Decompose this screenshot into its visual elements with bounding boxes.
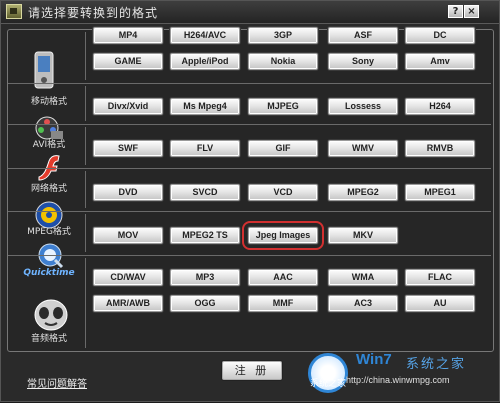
- register-button[interactable]: 注 册: [222, 361, 282, 380]
- watermark-brand: Win7: [356, 351, 392, 368]
- converter-window: 请选择要转换到的格式 ? × 注 册 常见问题解答 Win7 系统之家 系统之家…: [0, 0, 500, 402]
- format-button[interactable]: Apple/iPod: [170, 53, 240, 70]
- format-button[interactable]: DVD: [93, 184, 163, 201]
- category-divider: [85, 127, 86, 165]
- format-button[interactable]: RMVB: [405, 140, 475, 157]
- format-button[interactable]: AAC: [248, 269, 318, 286]
- format-button[interactable]: Nokia: [248, 53, 318, 70]
- category-separator: [8, 168, 491, 169]
- format-button[interactable]: MKV: [328, 227, 398, 244]
- format-button[interactable]: GIF: [248, 140, 318, 157]
- format-button[interactable]: FLV: [170, 140, 240, 157]
- format-button[interactable]: Jpeg Images: [242, 221, 324, 250]
- category-divider: [85, 86, 86, 121]
- format-button[interactable]: AU: [405, 295, 475, 312]
- help-button[interactable]: ?: [448, 5, 463, 18]
- format-button[interactable]: MPEG2 TS: [170, 227, 240, 244]
- format-button[interactable]: 3GP: [248, 27, 318, 44]
- format-button[interactable]: Ms Mpeg4: [170, 98, 240, 115]
- format-button[interactable]: SWF: [93, 140, 163, 157]
- category-separator: [8, 124, 491, 125]
- watermark-sub: 系统之家: [310, 379, 347, 389]
- category-separator: [8, 255, 491, 256]
- category-label: 网络格式: [30, 184, 67, 194]
- category-separator: [8, 83, 491, 84]
- format-button[interactable]: Lossess: [328, 98, 398, 115]
- format-button[interactable]: MPEG1: [405, 184, 475, 201]
- format-button[interactable]: WMA: [328, 269, 398, 286]
- format-button[interactable]: MOV: [93, 227, 163, 244]
- category-divider: [85, 214, 86, 252]
- faq-link[interactable]: 常见问题解答: [27, 375, 87, 390]
- format-button[interactable]: AC3: [328, 295, 398, 312]
- category-label: Quicktime: [23, 268, 75, 278]
- audio-face-icon: [33, 299, 69, 335]
- category-divider: [85, 171, 86, 208]
- format-button[interactable]: ASF: [328, 27, 398, 44]
- window-title: 请选择要转换到的格式: [28, 6, 159, 20]
- format-button[interactable]: VCD: [248, 184, 318, 201]
- format-button[interactable]: MP3: [170, 269, 240, 286]
- format-button[interactable]: AMR/AWB: [93, 295, 163, 312]
- format-button[interactable]: CD/WAV: [93, 269, 163, 286]
- category-label: 移动格式: [30, 97, 67, 107]
- category-divider: [85, 32, 86, 80]
- title-bar: 请选择要转换到的格式 ? ×: [1, 1, 499, 24]
- format-button[interactable]: MP4: [93, 27, 163, 44]
- watermark-url: http://china.winwmpg.com: [346, 375, 450, 385]
- format-button[interactable]: MMF: [248, 295, 318, 312]
- format-button[interactable]: Sony: [328, 53, 398, 70]
- format-button[interactable]: MJPEG: [248, 98, 318, 115]
- watermark: Win7 系统之家 系统之家 http://china.winwmpg.com: [306, 349, 500, 403]
- format-button[interactable]: GAME: [93, 53, 163, 70]
- category-divider: [85, 258, 86, 348]
- format-button[interactable]: H264: [405, 98, 475, 115]
- category-label: MPEG格式: [27, 227, 71, 237]
- format-button[interactable]: Amv: [405, 53, 475, 70]
- app-icon: [6, 4, 22, 19]
- category-label: 音频格式: [30, 334, 67, 344]
- format-button[interactable]: FLAC: [405, 269, 475, 286]
- format-button[interactable]: WMV: [328, 140, 398, 157]
- format-button[interactable]: SVCD: [170, 184, 240, 201]
- format-button[interactable]: H264/AVC: [170, 27, 240, 44]
- category-label: AVI格式: [32, 140, 66, 150]
- format-button[interactable]: Divx/Xvid: [93, 98, 163, 115]
- format-button[interactable]: DC: [405, 27, 475, 44]
- watermark-cn: 系统之家: [406, 357, 467, 372]
- mobile-phone-icon: [31, 51, 57, 95]
- format-button[interactable]: OGG: [170, 295, 240, 312]
- close-button[interactable]: ×: [464, 5, 479, 18]
- category-separator: [8, 211, 491, 212]
- format-button[interactable]: MPEG2: [328, 184, 398, 201]
